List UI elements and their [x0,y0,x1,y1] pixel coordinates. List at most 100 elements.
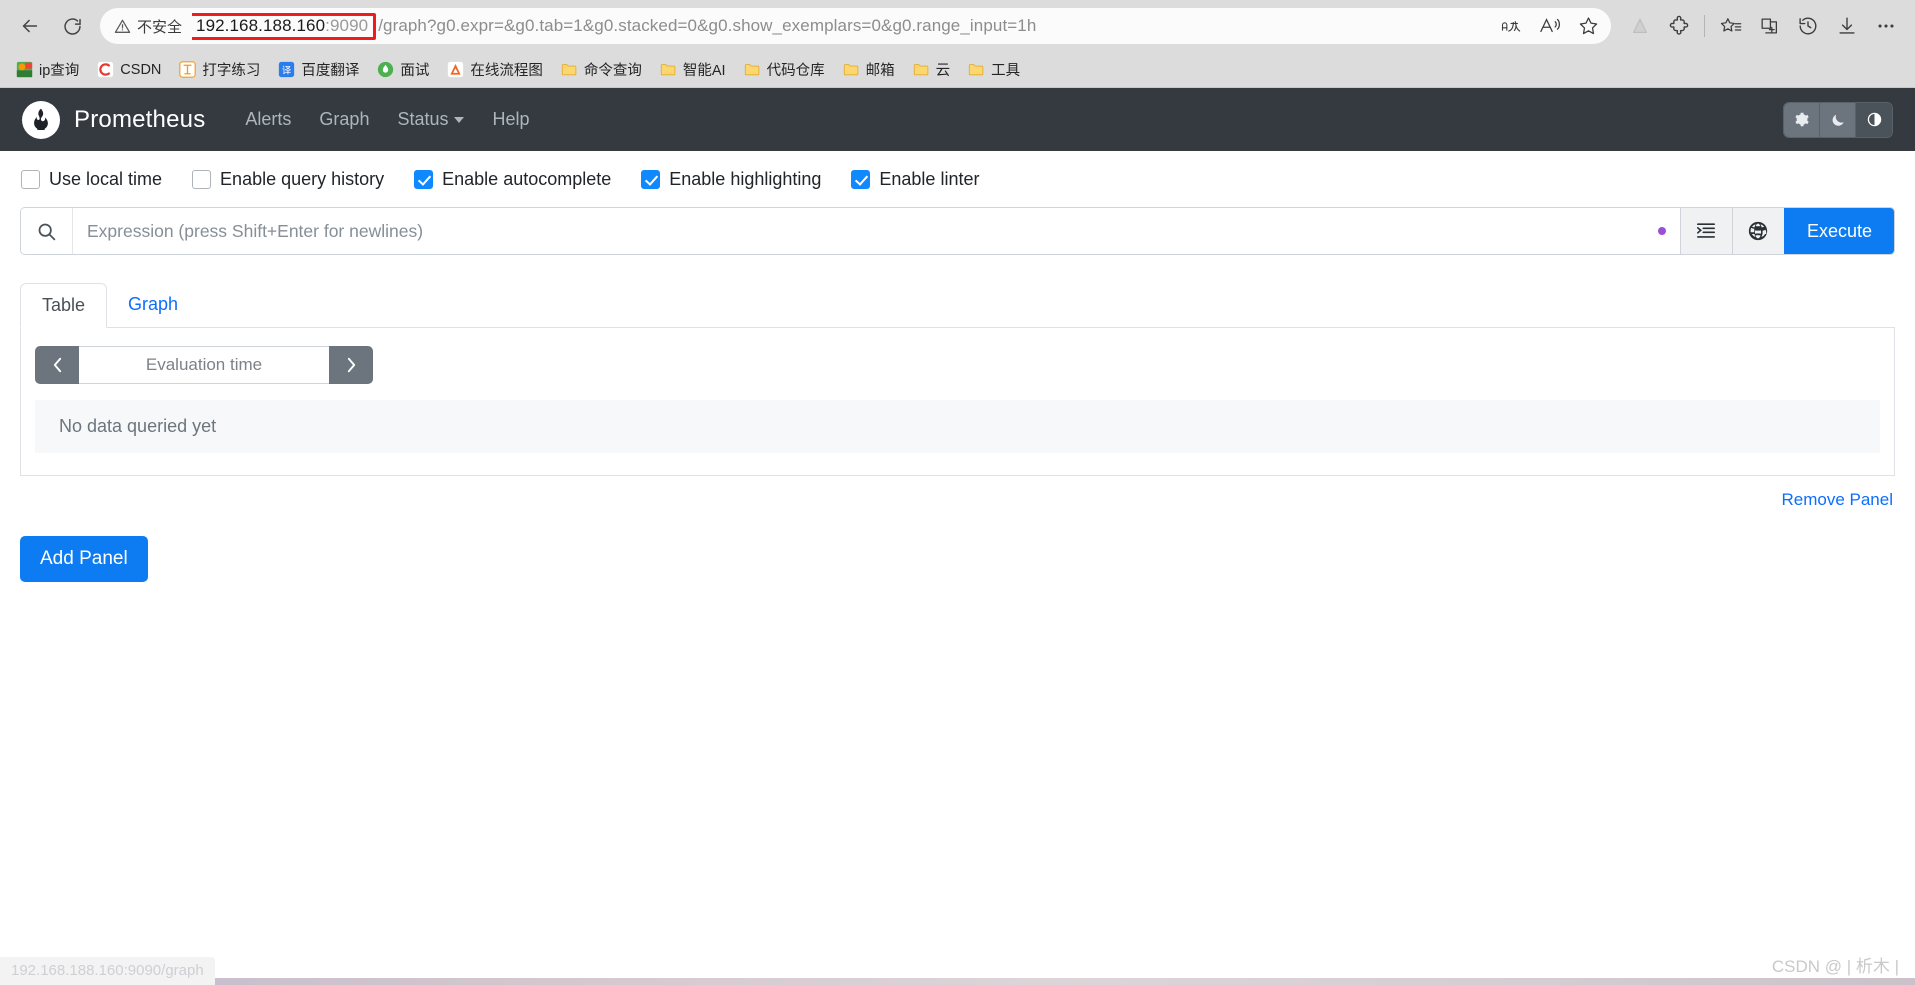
add-panel-label: Add Panel [40,548,128,569]
interview-icon [378,61,394,78]
folder-icon [913,64,928,76]
enable-highlighting-checkbox[interactable] [641,170,661,189]
taskbar-strip [0,978,1915,985]
metrics-explorer-globe-icon[interactable] [1731,208,1784,254]
browser-chrome: 不安全 192.168.188.160:9090/graph?g0.expr=&… [0,0,1915,88]
bookmark-ip-lookup[interactable]: ip查询 [8,55,87,84]
add-panel-button[interactable]: Add Panel [20,536,148,582]
nav-alerts[interactable]: Alerts [231,101,305,138]
bookmark-csdn[interactable]: CSDN [89,57,169,82]
chevron-left-icon [53,357,61,373]
bookmark-interview[interactable]: 面试 [369,55,437,84]
settings-more-icon[interactable] [1867,7,1905,45]
bookmark-folder-cloud[interactable]: 云 [905,55,959,84]
nav-status-label: Status [397,109,449,129]
bookmark-label: 邮箱 [865,63,895,79]
refresh-button[interactable] [52,6,92,46]
nav-graph-label: Graph [319,109,370,129]
option-enable-highlighting[interactable]: Enable highlighting [641,169,821,190]
ip-lookup-icon [16,61,33,78]
tab-table[interactable]: Table [20,283,108,328]
bookmark-flowchart[interactable]: 在线流程图 [439,55,551,84]
extensions-icon[interactable] [1660,7,1698,45]
translate-icon[interactable] [1495,11,1529,41]
remove-panel-button[interactable]: Remove Panel [1781,490,1893,509]
bookmark-label: 百度翻译 [301,63,360,79]
bookmark-folder-code-repo[interactable]: 代码仓库 [736,55,833,84]
address-bar[interactable]: 不安全 192.168.188.160:9090/graph?g0.expr=&… [100,8,1611,44]
bookmark-folder-ai[interactable]: 智能AI [652,55,734,84]
csdn-icon [98,61,114,78]
url-host-highlight: 192.168.188.160:9090 [192,12,377,40]
history-icon[interactable] [1789,7,1827,45]
folder-icon [744,64,759,76]
eval-time-prev-button[interactable] [35,346,79,384]
bookmark-baidu-translate[interactable]: 译 百度翻译 [270,55,367,84]
browser-toolbar: 不安全 192.168.188.160:9090/graph?g0.expr=&… [0,0,1915,52]
bookmark-folder-mail[interactable]: 邮箱 [835,55,903,84]
folder-icon [843,64,858,76]
nav-help[interactable]: Help [478,101,543,138]
bookmark-label: 面试 [400,63,430,79]
brand[interactable]: Prometheus [22,100,205,139]
expression-status-indicator [1643,208,1680,254]
url-host: 192.168.188.160 [196,15,326,35]
browser-essentials-icon[interactable] [1621,7,1659,45]
theme-light-gear-icon[interactable] [1784,102,1820,137]
execute-button[interactable]: Execute [1783,208,1894,254]
status-dot-icon [1657,227,1666,235]
nav-graph[interactable]: Graph [305,101,383,138]
use-local-time-checkbox[interactable] [21,170,40,189]
baidu-translate-icon: 译 [279,61,295,78]
evaluation-time-input[interactable]: Evaluation time [79,346,329,384]
favorites-list-icon[interactable] [1711,7,1749,45]
back-button[interactable] [10,6,50,46]
read-aloud-icon[interactable] [1533,11,1567,41]
option-enable-query-history[interactable]: Enable query history [192,169,384,190]
security-indicator[interactable]: 不安全 [114,16,192,37]
url-port: :9090 [325,15,369,35]
flowchart-icon [448,61,464,78]
option-use-local-time[interactable]: Use local time [21,169,162,190]
query-options-row: Use local time Enable query history Enab… [18,151,1897,204]
collections-icon[interactable] [1750,7,1788,45]
format-expression-icon[interactable] [1679,208,1732,254]
url-text[interactable]: 192.168.188.160:9090/graph?g0.expr=&g0.t… [192,12,1487,40]
tab-graph[interactable]: Graph [107,283,199,328]
option-label: Enable query history [220,169,385,189]
url-path: /graph?g0.expr=&g0.tab=1&g0.stacked=0&g0… [378,16,1037,35]
enable-autocomplete-checkbox[interactable] [414,170,434,189]
prometheus-flame-icon [34,108,48,130]
theme-auto-contrast-icon[interactable] [1856,102,1892,137]
enable-linter-checkbox[interactable] [851,170,871,189]
execute-label: Execute [1806,220,1872,241]
favorite-star-icon[interactable] [1571,11,1605,41]
option-enable-linter[interactable]: Enable linter [851,169,979,190]
bookmark-label: 打字练习 [202,63,261,79]
nav-alerts-label: Alerts [245,109,292,129]
warning-triangle-icon [114,19,131,33]
bookmark-label: 云 [935,63,951,79]
no-data-message: No data queried yet [35,400,1880,453]
bookmark-label: 智能AI [682,63,726,79]
option-label: Enable autocomplete [442,169,612,189]
prometheus-logo [22,100,60,139]
folder-icon [660,64,676,76]
bookmark-label: 工具 [991,63,1021,79]
evaluation-time-group: Evaluation time [35,346,373,384]
bookmark-typing-practice[interactable]: 打字练习 [171,55,268,84]
bookmark-folder-tools[interactable]: 工具 [960,55,1028,84]
nav-status[interactable]: Status [383,101,478,138]
enable-query-history-checkbox[interactable] [192,170,212,189]
remove-panel-row: Remove Panel [18,476,1897,510]
eval-time-next-button[interactable] [329,346,373,384]
option-label: Use local time [49,169,163,189]
typing-practice-icon [179,61,197,78]
expression-input[interactable] [73,208,1644,254]
theme-dark-moon-icon[interactable] [1820,102,1856,137]
bookmark-folder-command[interactable]: 命令查询 [553,55,650,84]
bookmark-label: 在线流程图 [470,63,543,79]
downloads-icon[interactable] [1828,7,1866,45]
option-label: Enable linter [879,169,980,189]
option-enable-autocomplete[interactable]: Enable autocomplete [414,169,611,190]
